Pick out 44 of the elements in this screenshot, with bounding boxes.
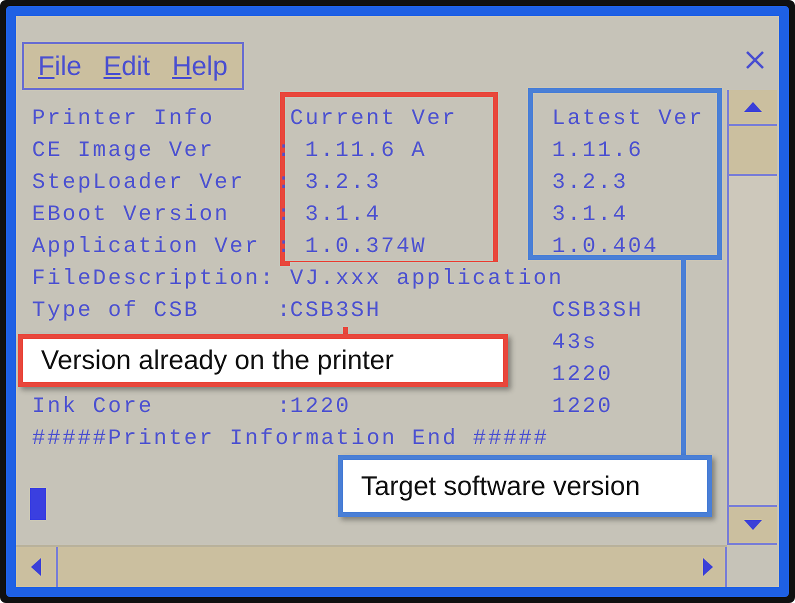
menu-item[interactable]: Edit xyxy=(104,46,150,86)
section-title: Printer Info xyxy=(32,105,214,133)
info-value: CSB3SH xyxy=(552,297,644,325)
up-arrow-icon xyxy=(744,102,762,112)
menu-item[interactable]: File xyxy=(38,46,82,86)
column-header: Latest Ver xyxy=(552,105,704,133)
field-label: EBoot Version xyxy=(32,201,230,229)
menu-item[interactable]: Help xyxy=(172,46,228,86)
down-arrow-icon xyxy=(744,520,762,530)
scrollbar-thumb[interactable] xyxy=(729,126,777,176)
version-value: 1.11.6 A xyxy=(305,137,427,165)
colon-separator: : xyxy=(277,169,292,197)
version-value: 3.1.4 xyxy=(305,201,382,229)
text-cursor xyxy=(30,488,46,520)
info-value: 43s xyxy=(552,329,598,357)
colon-separator: : xyxy=(277,393,292,421)
version-value: 1.0.374W xyxy=(305,233,427,261)
callout-label: Target software version xyxy=(338,455,712,517)
right-arrow-icon xyxy=(703,558,713,576)
callout-label: Version already on the printer xyxy=(18,334,508,387)
field-label: Type of CSB xyxy=(32,297,200,325)
field-label: StepLoader Ver xyxy=(32,169,245,197)
version-value: 3.2.3 xyxy=(305,169,382,197)
vertical-scrollbar[interactable] xyxy=(727,90,777,545)
scroll-down-button[interactable] xyxy=(729,505,777,545)
info-value: 1220 xyxy=(552,361,613,389)
info-value: 1220 xyxy=(552,393,613,421)
version-value: 1.11.6 xyxy=(552,137,644,165)
scroll-up-button[interactable] xyxy=(729,90,777,126)
field-label: Application Ver xyxy=(32,233,260,261)
version-value: 3.1.4 xyxy=(552,201,628,229)
field-label: Ink Core xyxy=(32,393,154,421)
colon-separator: : xyxy=(277,137,292,165)
field-label: CE Image Ver xyxy=(32,137,214,165)
version-value: 1.0.404 xyxy=(552,233,658,261)
field-label: FileDescription: xyxy=(32,265,276,293)
version-value: 3.2.3 xyxy=(552,169,628,197)
colon-separator: : xyxy=(277,233,292,261)
horizontal-scrollbar[interactable] xyxy=(16,545,727,587)
colon-separator: : xyxy=(277,297,292,325)
colon-separator: : xyxy=(277,201,292,229)
column-header: Current Ver xyxy=(290,105,458,133)
left-arrow-icon xyxy=(31,558,41,576)
end-marker: #####Printer Information End ##### xyxy=(32,425,549,453)
